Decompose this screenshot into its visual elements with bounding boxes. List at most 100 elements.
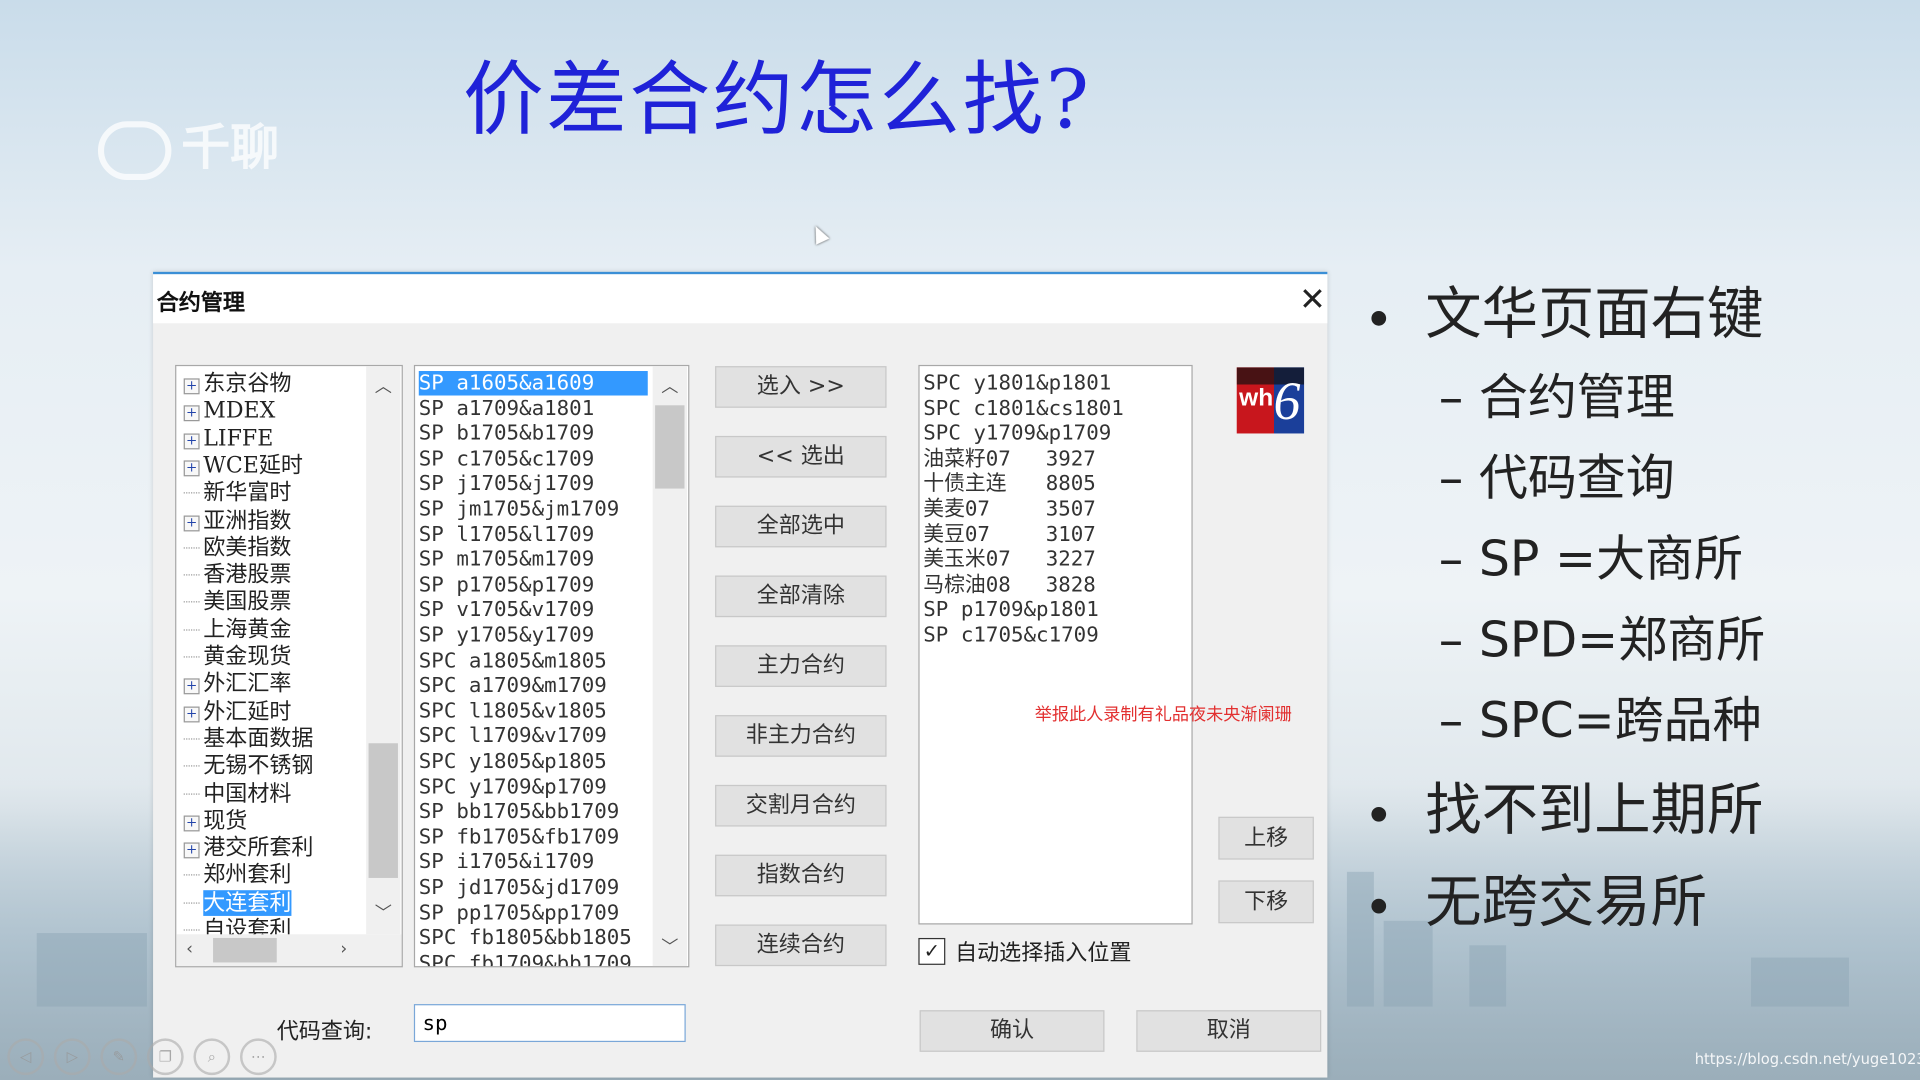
list-item[interactable]: SP v1705&v1709 xyxy=(419,598,599,622)
scroll-up-icon[interactable]: ︿ xyxy=(366,373,400,397)
expand-plus-icon[interactable]: + xyxy=(183,460,200,477)
list-item[interactable]: SP p1709&p1801 xyxy=(923,598,1185,622)
list-item[interactable]: SPC y1709&p1709 xyxy=(419,775,612,799)
cancel-button[interactable]: 取消 xyxy=(1136,1010,1322,1052)
list-item[interactable]: SP j1705&j1709 xyxy=(419,472,599,496)
tree-item[interactable]: 欧美指数 xyxy=(183,535,291,562)
tree-item[interactable]: 黄金现货 xyxy=(183,644,291,671)
expand-plus-icon[interactable]: + xyxy=(183,678,200,695)
scroll-left-icon[interactable]: ‹ xyxy=(186,939,193,959)
delivery-month-button[interactable]: 交割月合约 xyxy=(715,784,887,827)
clear-all-button[interactable]: 全部清除 xyxy=(715,575,887,618)
tree-item[interactable]: + 现货 xyxy=(183,808,247,835)
tree-horizontal-scrollbar[interactable]: ‹ › xyxy=(176,934,402,967)
list-item[interactable]: SPC a1709&m1709 xyxy=(419,674,612,698)
selected-contracts-list[interactable]: SPC y1801&p1801 SPC c1801&cs1801 SPC y1709… xyxy=(918,364,1193,925)
list-item[interactable]: SP b1705&b1709 xyxy=(419,421,599,445)
scroll-down-icon[interactable]: ﹀ xyxy=(653,934,687,958)
list-item[interactable]: 美玉米07 3227 xyxy=(923,548,1185,572)
move-down-button[interactable]: 下移 xyxy=(1218,880,1314,924)
main-contract-button[interactable]: 主力合约 xyxy=(715,645,887,687)
tree-item[interactable]: + 港交所套利 xyxy=(183,835,313,862)
list-item[interactable]: SP a1605&a1609 xyxy=(418,371,648,396)
list-item[interactable]: SPC y1709&p1709 xyxy=(923,421,1185,445)
expand-plus-icon[interactable]: + xyxy=(183,706,200,722)
expand-plus-icon[interactable]: + xyxy=(183,514,200,531)
expand-plus-icon[interactable]: + xyxy=(183,433,200,449)
tree-vertical-scrollbar[interactable]: ︿ ﹀ xyxy=(366,366,401,935)
tree-item[interactable]: 中国材料 xyxy=(183,781,291,808)
list-item[interactable]: SP jm1705&jm1709 xyxy=(419,497,624,521)
tree-item[interactable]: + MDEX xyxy=(183,398,275,425)
select-in-button[interactable]: 选入 >> xyxy=(715,366,887,408)
list-item[interactable]: SP jd1705&jd1709 xyxy=(419,876,624,900)
scroll-right-icon[interactable]: › xyxy=(340,939,347,959)
continuous-contract-button[interactable]: 连续合约 xyxy=(715,924,887,967)
category-tree[interactable]: + 东京谷物 + MDEX + LIFFE + WCE延时 新华富时 + 亚洲指数 欧美指数 香港股票美… xyxy=(175,364,403,968)
expand-plus-icon[interactable]: + xyxy=(183,842,200,859)
tree-item[interactable]: 美国股票 xyxy=(183,589,291,616)
list-item[interactable]: 十债主连 8805 xyxy=(923,472,1185,496)
tree-item[interactable]: 香港股票 xyxy=(183,562,291,589)
list-item[interactable]: SPC c1801&cs1801 xyxy=(923,396,1185,420)
list-item[interactable]: SP fb1705&fb1709 xyxy=(419,825,624,849)
list-item[interactable]: SP bb1705&bb1709 xyxy=(419,800,624,824)
list-item[interactable]: SP c1705&c1709 xyxy=(419,447,599,471)
list-item[interactable]: SPC y1801&p1801 xyxy=(923,371,1185,395)
expand-plus-icon[interactable]: + xyxy=(183,378,200,395)
scroll-thumb[interactable] xyxy=(213,937,277,963)
list-item[interactable]: SPC a1805&m1805 xyxy=(419,648,612,672)
pen-icon[interactable]: ✎ xyxy=(100,1038,138,1076)
list-item[interactable]: 马棕油08 3828 xyxy=(923,573,1185,597)
list-item[interactable]: SP p1705&p1709 xyxy=(419,573,599,597)
close-icon[interactable]: ✕ xyxy=(1299,282,1326,319)
index-contract-button[interactable]: 指数合约 xyxy=(715,854,887,897)
list-item[interactable]: SPC fb1709&bb1709 xyxy=(419,951,637,966)
tree-item[interactable]: 大连套利 xyxy=(183,889,292,917)
move-up-button[interactable]: 上移 xyxy=(1218,816,1314,860)
copy-icon[interactable]: ❐ xyxy=(146,1038,184,1076)
scroll-thumb[interactable] xyxy=(368,743,398,878)
list-item[interactable]: SP c1705&c1709 xyxy=(923,623,1185,647)
list-item[interactable]: SPC fb1805&bb1805 xyxy=(419,926,637,950)
tree-item[interactable]: + 亚洲指数 xyxy=(183,508,291,535)
select-out-button[interactable]: << 选出 xyxy=(715,435,887,478)
prev-icon[interactable]: ◁ xyxy=(7,1038,45,1076)
list-item[interactable]: SP i1705&i1709 xyxy=(419,850,599,874)
next-icon[interactable]: ▷ xyxy=(53,1038,91,1076)
tree-item[interactable]: 新华富时 xyxy=(183,480,291,507)
scroll-down-icon[interactable]: ﹀ xyxy=(366,900,400,924)
tree-item[interactable]: + WCE延时 xyxy=(183,453,303,480)
list-vertical-scrollbar[interactable]: ︿ ﹀ xyxy=(652,366,687,967)
list-item[interactable]: SP y1705&y1709 xyxy=(419,623,599,647)
tree-item[interactable]: 无锡不锈钢 xyxy=(183,753,313,780)
scroll-up-icon[interactable]: ︿ xyxy=(653,373,687,397)
expand-plus-icon[interactable]: + xyxy=(183,406,200,422)
list-item[interactable]: SPC y1805&p1805 xyxy=(419,749,612,773)
tree-item[interactable]: 郑州套利 xyxy=(183,863,291,890)
select-all-button[interactable]: 全部选中 xyxy=(715,505,887,548)
list-item[interactable]: 油菜籽07 3927 xyxy=(923,447,1185,471)
tree-item[interactable]: 基本面数据 xyxy=(183,726,313,753)
code-search-input[interactable] xyxy=(413,1004,686,1043)
scroll-thumb[interactable] xyxy=(655,405,685,489)
list-item[interactable]: 美豆07 3107 xyxy=(923,522,1185,546)
tree-item[interactable]: + 外汇延时 xyxy=(183,699,291,726)
confirm-button[interactable]: 确认 xyxy=(919,1010,1105,1052)
non-main-contract-button[interactable]: 非主力合约 xyxy=(715,715,887,757)
list-item[interactable]: SPC l1805&v1805 xyxy=(419,699,612,723)
more-icon[interactable]: ⋯ xyxy=(240,1038,277,1076)
list-item[interactable]: 美麦07 3507 xyxy=(923,497,1185,521)
expand-plus-icon[interactable]: + xyxy=(183,815,200,832)
zoom-icon[interactable]: ⌕ xyxy=(193,1038,231,1076)
checkbox-icon[interactable]: ✓ xyxy=(918,937,946,965)
list-item[interactable]: SP pp1705&pp1709 xyxy=(419,901,624,925)
tree-item[interactable]: + 东京谷物 xyxy=(183,371,291,398)
tree-item[interactable]: + 外汇汇率 xyxy=(183,671,291,698)
list-item[interactable]: SP l1705&l1709 xyxy=(419,522,599,546)
available-contracts-list[interactable]: SP a1605&a1609 SP a1709&a1801 SP b1705&b17… xyxy=(413,364,690,968)
tree-item[interactable]: 上海黄金 xyxy=(183,617,291,644)
list-item[interactable]: SP m1705&m1709 xyxy=(419,548,599,572)
list-item[interactable]: SP a1709&a1801 xyxy=(419,396,599,420)
tree-item[interactable]: + LIFFE xyxy=(183,426,273,453)
